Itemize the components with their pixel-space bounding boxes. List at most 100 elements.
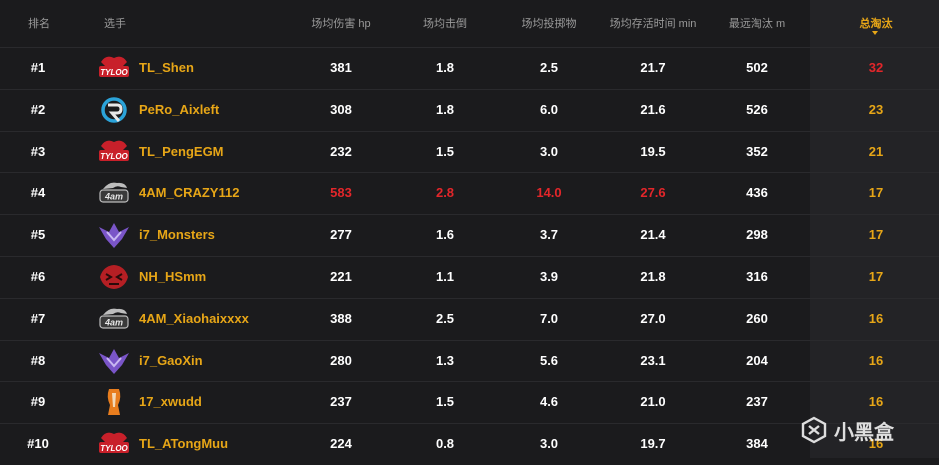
survival-cell: 21.4 [640, 227, 666, 243]
tyloo-logo-icon: TYLOO [97, 53, 131, 83]
table-row[interactable]: #7 4am 4AM_Xiaohaixxxx 388 2.5 7.0 27.0 260 16 [0, 297, 939, 339]
knocks-cell: 1.1 [435, 268, 455, 284]
header-rank[interactable]: 排名 [28, 15, 50, 31]
table-row[interactable]: #2 PeRo_Aixleft 308 1.8 6.0 21.6 526 23 [0, 88, 939, 130]
header-knocks[interactable]: 场均击倒 [423, 15, 467, 31]
17-logo-icon [97, 387, 131, 417]
throwables-cell: 3.9 [539, 268, 559, 284]
table-header: 排名 选手 场均伤害 hp 场均击倒 场均投掷物 场均存活时间 min 最远淘汰… [0, 0, 939, 44]
player-name-link[interactable]: 4AM_CRAZY112 [139, 185, 239, 200]
player-name-link[interactable]: TL_Shen [139, 60, 194, 75]
header-longest-kill[interactable]: 最远淘汰 m [729, 15, 785, 31]
header-throwables[interactable]: 场均投掷物 [522, 15, 577, 31]
damage-cell: 232 [330, 143, 352, 159]
rank-cell: #9 [30, 394, 46, 410]
longest-cell: 526 [746, 101, 768, 117]
player-name-link[interactable]: 17_xwudd [139, 394, 202, 409]
rank-cell: #1 [30, 60, 46, 75]
damage-cell: 388 [330, 310, 352, 326]
total-kills-cell: 16 [868, 352, 884, 368]
total-kills-cell: 21 [868, 143, 884, 159]
total-kills-cell: 23 [868, 101, 884, 117]
longest-cell: 237 [746, 394, 768, 410]
tyloo-logo-icon: TYLOO [97, 429, 131, 459]
longest-cell: 316 [746, 268, 768, 284]
survival-cell: 21.7 [640, 60, 666, 75]
xiaoheihe-logo-icon [801, 416, 827, 444]
rank-cell: #2 [30, 101, 46, 117]
knocks-cell: 1.5 [435, 394, 455, 410]
header-survival[interactable]: 场均存活时间 min [610, 15, 697, 31]
player-name-link[interactable]: TL_ATongMuu [139, 436, 228, 451]
nh-logo-icon [97, 262, 131, 292]
sort-desc-icon [872, 31, 878, 35]
knocks-cell: 1.3 [435, 352, 455, 368]
longest-cell: 298 [746, 227, 768, 243]
header-total-kills[interactable]: 总淘汰 [860, 15, 893, 31]
total-kills-cell: 17 [868, 185, 884, 201]
i7-logo-icon [97, 220, 131, 250]
throwables-cell: 5.6 [539, 352, 559, 368]
total-kills-cell: 32 [868, 60, 884, 75]
player-name-link[interactable]: PeRo_Aixleft [139, 102, 219, 117]
svg-text:TYLOO: TYLOO [100, 152, 128, 161]
damage-cell: 224 [330, 436, 352, 452]
longest-cell: 502 [746, 60, 768, 75]
total-kills-cell: 17 [868, 227, 884, 243]
table-row[interactable]: #4 4am 4AM_CRAZY112 583 2.8 14.0 27.6 436 17 [0, 172, 939, 213]
longest-cell: 204 [746, 352, 768, 368]
survival-cell: 21.6 [640, 101, 666, 117]
throwables-cell: 3.0 [539, 436, 559, 452]
throwables-cell: 7.0 [539, 310, 559, 326]
damage-cell: 221 [330, 268, 352, 284]
rank-cell: #3 [30, 143, 46, 159]
throwables-cell: 3.7 [539, 227, 559, 243]
table-row[interactable]: #10 TYLOO TL_ATongMuu 224 0.8 3.0 19.7 384 16 [0, 423, 939, 464]
knocks-cell: 0.8 [435, 436, 455, 452]
svg-text:TYLOO: TYLOO [100, 444, 128, 453]
player-name-link[interactable]: i7_Monsters [139, 227, 215, 242]
table-row[interactable]: #9 17_xwudd 237 1.5 4.6 21.0 237 16 [0, 381, 939, 422]
survival-cell: 23.1 [640, 352, 666, 368]
damage-cell: 308 [330, 101, 352, 117]
throwables-cell: 3.0 [539, 143, 559, 159]
rank-cell: #6 [30, 268, 46, 284]
table-row[interactable]: #5 i7_Monsters 277 1.6 3.7 21.4 298 17 [0, 214, 939, 255]
watermark-text: 小黑盒 [834, 421, 894, 444]
survival-cell: 21.0 [640, 394, 666, 410]
4am-logo-icon: 4am [97, 304, 131, 334]
svg-text:4am: 4am [104, 192, 123, 202]
throwables-cell: 14.0 [536, 185, 562, 201]
table-row[interactable]: #3 TYLOO TL_PengEGM 232 1.5 3.0 19.5 352 21 [0, 130, 939, 172]
leaderboard-table: 排名 选手 场均伤害 hp 场均击倒 场均投掷物 场均存活时间 min 最远淘汰… [0, 0, 939, 458]
pero-logo-icon [97, 95, 131, 125]
survival-cell: 19.5 [640, 143, 666, 159]
total-kills-cell: 16 [868, 310, 884, 326]
watermark: 小黑盒 [800, 412, 930, 448]
rank-cell: #10 [27, 436, 49, 452]
4am-logo-icon: 4am [97, 178, 131, 208]
header-damage[interactable]: 场均伤害 hp [311, 15, 370, 31]
longest-cell: 384 [746, 436, 768, 452]
svg-text:4am: 4am [104, 317, 123, 327]
knocks-cell: 2.8 [435, 185, 455, 201]
table-row[interactable]: #8 i7_GaoXin 280 1.3 5.6 23.1 204 16 [0, 339, 939, 381]
rank-cell: #7 [30, 310, 46, 326]
table-row[interactable]: #1 TYLOO TL_Shen 381 1.8 2.5 21.7 502 32 [0, 47, 939, 88]
player-name-link[interactable]: i7_GaoXin [139, 353, 203, 368]
player-name-link[interactable]: TL_PengEGM [139, 144, 224, 159]
knocks-cell: 1.6 [435, 227, 455, 243]
survival-cell: 21.8 [640, 268, 666, 284]
damage-cell: 277 [330, 227, 352, 243]
total-kills-cell: 17 [868, 268, 884, 284]
damage-cell: 583 [330, 185, 352, 201]
player-name-link[interactable]: 4AM_Xiaohaixxxx [139, 311, 249, 326]
header-player[interactable]: 选手 [104, 15, 126, 31]
knocks-cell: 1.5 [435, 143, 455, 159]
throwables-cell: 6.0 [539, 101, 559, 117]
longest-cell: 352 [746, 143, 768, 159]
tyloo-logo-icon: TYLOO [97, 137, 131, 167]
table-row[interactable]: #6 NH_HSmm 221 1.1 3.9 21.8 316 17 [0, 255, 939, 297]
player-name-link[interactable]: NH_HSmm [139, 269, 206, 284]
survival-cell: 27.6 [640, 185, 666, 201]
